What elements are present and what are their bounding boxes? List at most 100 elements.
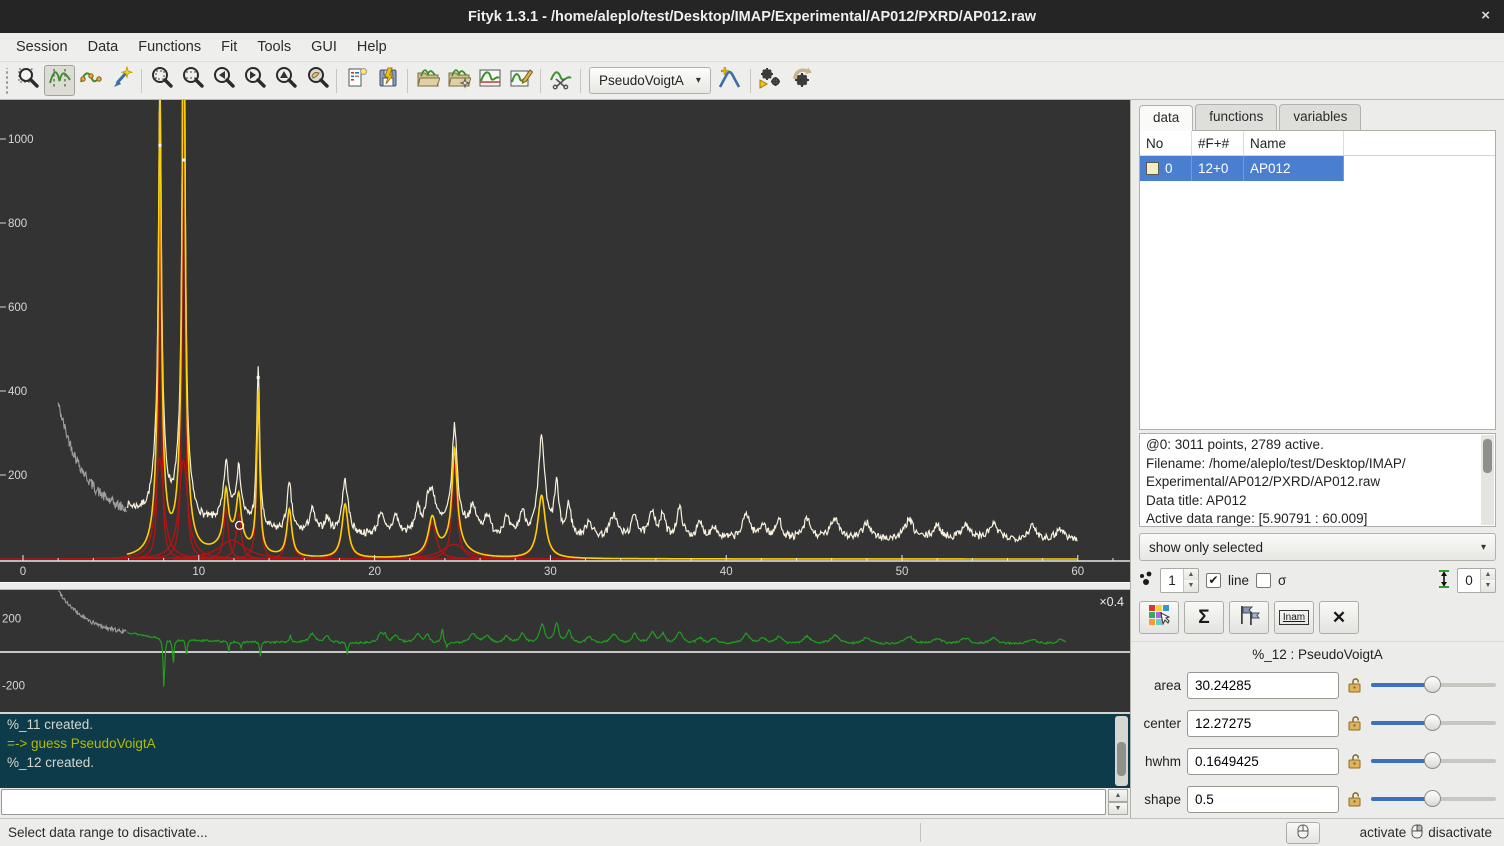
load-data-custom-button[interactable] [443,65,474,96]
aux-scale-label: ×0.4 [1099,595,1124,609]
param-input-center[interactable] [1187,710,1339,737]
plot-column: 01020304050602004006008001000 200-200×0.… [0,100,1130,818]
history-down-icon[interactable]: ▼ [1108,802,1128,815]
shift-spinner[interactable]: 0 ▲▼ [1457,568,1496,593]
function-parameter-panel: %_12 : PseudoVoigtA areacenterhwhmshape [1131,641,1504,818]
display-mode-dropdown[interactable]: show only selected ▾ [1139,533,1496,561]
edit-transform-button[interactable] [505,65,536,96]
data-editor-icon [478,66,502,95]
zoom-mode-button[interactable] [13,65,44,96]
zoom-vertical-button[interactable] [177,65,208,96]
history-up-icon[interactable]: ▲ [1108,789,1128,802]
param-label-hwhm: hwhm [1135,754,1181,769]
zoom-all-button[interactable] [146,65,177,96]
command-history-spinner[interactable]: ▲▼ [1108,789,1128,815]
undo-fit-button[interactable] [786,65,817,96]
zoom-left-button[interactable] [208,65,239,96]
slider-thumb[interactable] [1424,676,1441,693]
point-size-spinner[interactable]: 1 ▲▼ [1160,568,1199,593]
delete-function-button[interactable]: ✕ [1319,601,1359,634]
point-size-icon [1139,571,1153,590]
show-names-button[interactable]: Inam [1274,601,1314,634]
menu-item-tools[interactable]: Tools [247,35,301,59]
toolbar: PseudoVoigtA ▾ [0,62,1504,100]
console-scrollbar[interactable] [1115,716,1128,786]
slider-thumb[interactable] [1424,714,1441,731]
lock-icon[interactable] [1345,791,1363,807]
load-data-button[interactable] [412,65,443,96]
lock-icon[interactable] [1345,715,1363,731]
plot-splitter[interactable] [0,582,1130,590]
info-scrollbar[interactable] [1481,435,1494,525]
tab-data[interactable]: data [1139,105,1193,131]
slider-thumb[interactable] [1424,752,1441,769]
zoom-vertical-icon [181,66,205,95]
param-slider-hwhm[interactable] [1369,752,1498,770]
x-tick-label: 50 [896,566,909,578]
color-grid-button[interactable] [1139,601,1179,634]
info-line: Filename: /home/aleplo/test/Desktop/IMAP… [1146,455,1477,474]
zoom-undo-icon [305,66,329,95]
run-fit-button[interactable] [755,65,786,96]
zoom-right-button[interactable] [239,65,270,96]
param-slider-center[interactable] [1369,714,1498,732]
spin-down-icon[interactable]: ▼ [1481,580,1495,592]
zoom-up-button[interactable] [270,65,301,96]
dataset-row[interactable]: 0 12+0 AP012 [1140,156,1495,181]
add-peak-mode-button[interactable] [106,65,137,96]
data-range-mode-button[interactable] [44,65,75,96]
session-log-button[interactable] [341,65,372,96]
console-output[interactable]: %_11 created.=-> guess PseudoVoigtA%_12 … [0,712,1130,788]
close-window-button[interactable]: × [1481,7,1490,24]
menu-item-fit[interactable]: Fit [211,35,247,59]
spin-up-icon[interactable]: ▲ [1184,569,1198,581]
toolbar-drag-handle[interactable] [3,68,11,94]
col-header-no: No [1140,131,1192,155]
line-checkbox[interactable]: ✔ [1206,573,1221,588]
spin-up-icon[interactable]: ▲ [1481,569,1495,581]
sigma-checkbox[interactable] [1256,573,1271,588]
menu-item-functions[interactable]: Functions [128,35,211,59]
aux-y-tick-label: -200 [2,681,25,693]
main-plot[interactable]: 01020304050602004006008001000 [0,100,1130,582]
console-line: =-> guess PseudoVoigtA [7,734,1123,753]
toolbar-separator [540,69,541,93]
status-bar: Select data range to disactivate... acti… [0,818,1504,846]
param-slider-shape[interactable] [1369,790,1498,808]
save-session-button[interactable] [372,65,403,96]
lock-icon[interactable] [1345,753,1363,769]
mouse-hints: activate disactivate [1360,824,1492,842]
menu-item-data[interactable]: Data [78,35,129,59]
dataset-checkbox[interactable] [1146,162,1159,175]
param-slider-area[interactable] [1369,676,1498,694]
param-input-shape[interactable] [1187,786,1339,813]
tab-functions[interactable]: functions [1195,104,1277,130]
data-editor-button[interactable] [474,65,505,96]
auto-add-peak-button[interactable] [715,65,746,96]
dataset-info-box[interactable]: @0: 3011 points, 2789 active.Filename: /… [1139,433,1496,527]
param-input-hwhm[interactable] [1187,748,1339,775]
menu-item-help[interactable]: Help [347,35,397,59]
param-input-area[interactable] [1187,672,1339,699]
sigma-checkbox-label: σ [1278,573,1286,588]
zoom-up-icon [274,66,298,95]
command-input[interactable] [1,789,1106,815]
lock-icon[interactable] [1345,677,1363,693]
baseline-mode-button[interactable] [75,65,106,96]
strip-background-button[interactable] [545,65,576,96]
tab-variables[interactable]: variables [1279,104,1361,130]
x-tick-label: 40 [720,566,733,578]
menu-item-session[interactable]: Session [6,35,78,59]
data-point-marker [182,159,185,162]
spin-down-icon[interactable]: ▼ [1184,580,1198,592]
menu-item-gui[interactable]: GUI [301,35,347,59]
show-sum-button[interactable]: Σ [1184,601,1224,634]
show-functions-button[interactable] [1229,601,1269,634]
mouse-hint-button[interactable] [1286,822,1320,844]
functions-flags-icon [1238,604,1260,631]
function-type-dropdown[interactable]: PseudoVoigtA ▾ [589,67,711,94]
residual-series [127,623,1066,687]
slider-thumb[interactable] [1424,790,1441,807]
aux-plot[interactable]: 200-200×0.4 [0,590,1130,712]
zoom-undo-button[interactable] [301,65,332,96]
